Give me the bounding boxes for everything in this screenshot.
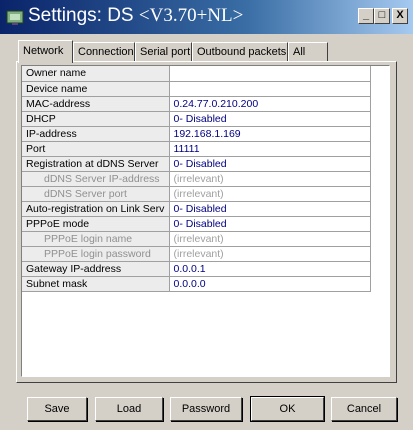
setting-value[interactable]: 0.0.0.0 <box>169 276 371 292</box>
setting-name: MAC-address <box>22 96 170 112</box>
table-row: PPPoE login name (irrelevant) <box>22 231 371 247</box>
settings-table: Owner name Device name MAC-address 0.24.7… <box>22 66 371 292</box>
setting-value[interactable]: 0- Disabled <box>169 111 371 127</box>
load-button[interactable]: Load <box>95 397 163 421</box>
setting-value: (irrelevant) <box>169 231 371 247</box>
table-row[interactable]: MAC-address 0.24.77.0.210.200 <box>22 96 371 112</box>
setting-name: Auto-registration on Link Serv <box>22 201 170 217</box>
setting-value: (irrelevant) <box>169 246 371 262</box>
table-row[interactable]: Subnet mask 0.0.0.0 <box>22 276 371 292</box>
window-title-version: <V3.70+NL> <box>138 5 244 26</box>
setting-value[interactable]: 0.24.77.0.210.200 <box>169 96 371 112</box>
tab-outbound-packets[interactable]: Outbound packets <box>192 42 288 62</box>
setting-value: (irrelevant) <box>169 171 371 187</box>
table-row[interactable]: IP-address 192.168.1.169 <box>22 126 371 142</box>
setting-value[interactable]: 0- Disabled <box>169 201 371 217</box>
settings-grid[interactable]: Owner name Device name MAC-address 0.24.7… <box>21 65 390 377</box>
tab-serial-port[interactable]: Serial port <box>135 42 192 62</box>
setting-name: dDNS Server IP-address <box>22 171 170 187</box>
app-icon <box>6 10 24 25</box>
setting-value[interactable]: 0.0.0.1 <box>169 261 371 277</box>
password-button[interactable]: Password <box>170 397 242 421</box>
table-row[interactable]: PPPoE mode 0- Disabled <box>22 216 371 232</box>
cancel-button[interactable]: Cancel <box>331 397 397 421</box>
setting-value[interactable]: 0- Disabled <box>169 156 371 172</box>
tab-connection[interactable]: Connection <box>73 42 135 62</box>
setting-name: PPPoE login password <box>22 246 170 262</box>
setting-name: dDNS Server port <box>22 186 170 202</box>
setting-name: Owner name <box>22 66 170 82</box>
setting-value[interactable]: 11111 <box>169 141 371 157</box>
setting-name: DHCP <box>22 111 170 127</box>
window-title-prefix: Settings: DS <box>28 5 139 26</box>
table-row[interactable]: Owner name <box>22 66 371 82</box>
setting-value[interactable]: 192.168.1.169 <box>169 126 371 142</box>
setting-value: (irrelevant) <box>169 186 371 202</box>
settings-window: Settings: DS <V3.70+NL> _ □ X Network Co… <box>0 0 413 430</box>
setting-name: Gateway IP-address <box>22 261 170 277</box>
table-row[interactable]: Device name <box>22 81 371 97</box>
maximize-button[interactable]: □ <box>374 8 390 24</box>
setting-name: Device name <box>22 81 170 97</box>
setting-value[interactable]: 0- Disabled <box>169 216 371 232</box>
table-row: dDNS Server port (irrelevant) <box>22 186 371 202</box>
close-button[interactable]: X <box>392 8 408 24</box>
minimize-button[interactable]: _ <box>358 8 374 24</box>
table-row[interactable]: Registration at dDNS Server 0- Disabled <box>22 156 371 172</box>
table-row: dDNS Server IP-address (irrelevant) <box>22 171 371 187</box>
setting-value[interactable] <box>169 81 371 97</box>
setting-value[interactable] <box>169 66 371 82</box>
setting-name: PPPoE mode <box>22 216 170 232</box>
tab-network[interactable]: Network <box>18 40 73 63</box>
save-button[interactable]: Save <box>27 397 87 421</box>
table-row[interactable]: Gateway IP-address 0.0.0.1 <box>22 261 371 277</box>
tab-all[interactable]: All <box>288 42 328 62</box>
setting-name: PPPoE login name <box>22 231 170 247</box>
window-title: Settings: DS <V3.70+NL> <box>28 5 243 27</box>
table-row[interactable]: DHCP 0- Disabled <box>22 111 371 127</box>
setting-name: Registration at dDNS Server <box>22 156 170 172</box>
ok-button[interactable]: OK <box>250 396 325 422</box>
setting-name: IP-address <box>22 126 170 142</box>
setting-name: Port <box>22 141 170 157</box>
title-bar[interactable]: Settings: DS <V3.70+NL> _ □ X <box>0 0 413 34</box>
table-row[interactable]: Auto-registration on Link Serv 0- Disable… <box>22 201 371 217</box>
table-row: PPPoE login password (irrelevant) <box>22 246 371 262</box>
setting-name: Subnet mask <box>22 276 170 292</box>
table-row[interactable]: Port 11111 <box>22 141 371 157</box>
